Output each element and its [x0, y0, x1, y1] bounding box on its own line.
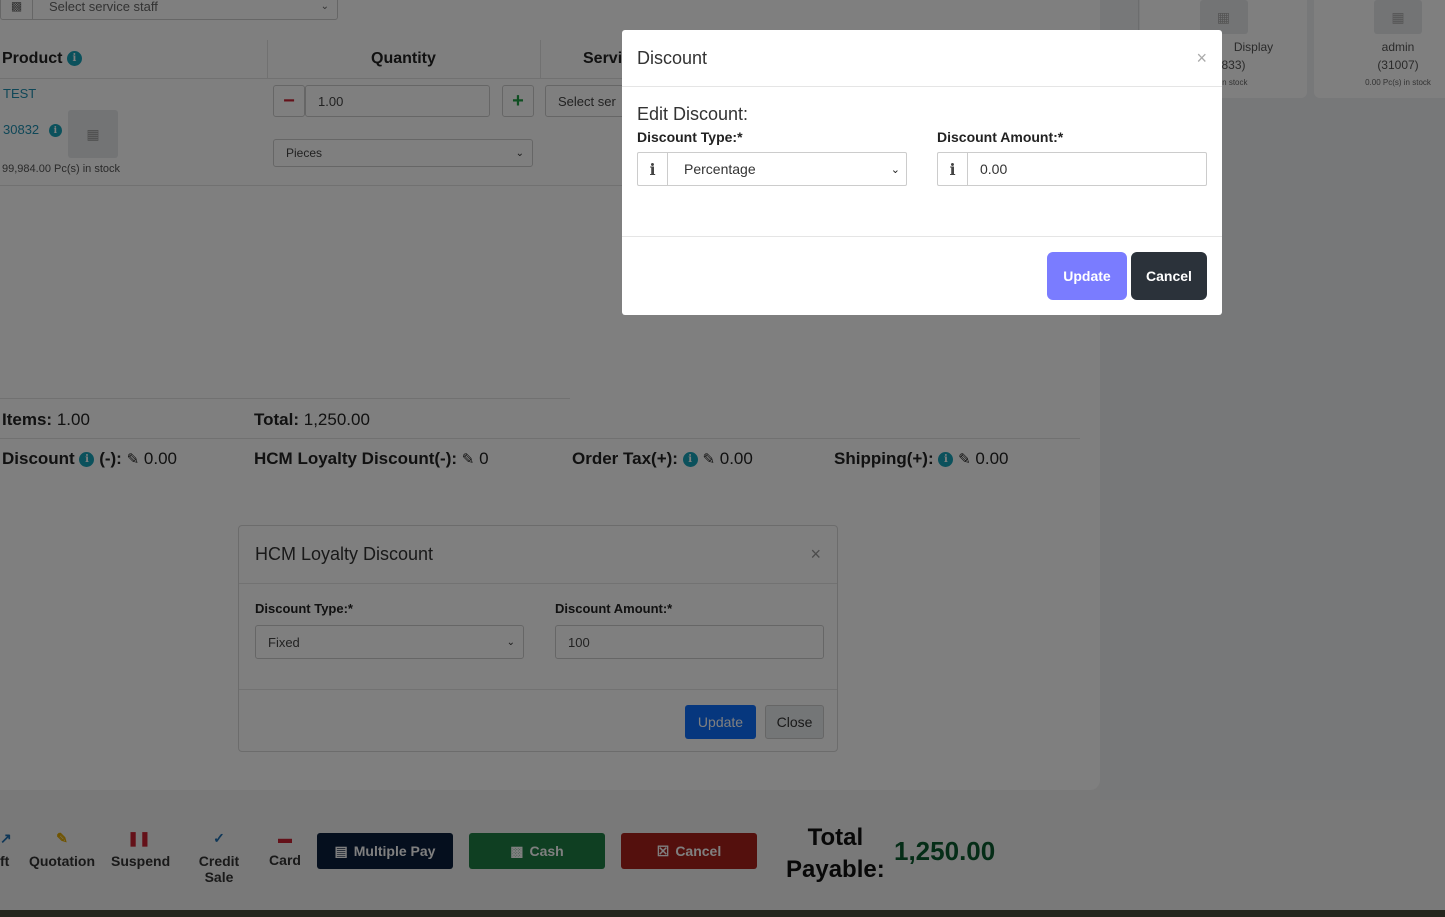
- discount-amount-field[interactable]: i 0.00: [937, 152, 1207, 186]
- edit-discount-heading: Edit Discount:: [637, 104, 749, 124]
- info-icon: i: [638, 153, 668, 185]
- discount-modal-title: Discount: [637, 47, 708, 68]
- discount-modal-header: Discount ×: [622, 30, 1222, 87]
- discount-amount-value[interactable]: 0.00: [968, 161, 1206, 177]
- close-icon[interactable]: ×: [1196, 48, 1207, 69]
- discount-amount-label: Discount Amount:*: [937, 129, 1064, 145]
- chevron-down-icon: ⌄: [890, 163, 900, 176]
- discount-type-label: Discount Type:*: [637, 129, 743, 145]
- cancel-button[interactable]: Cancel: [1131, 252, 1207, 300]
- discount-modal: Discount × Edit Discount: Discount Type:…: [622, 30, 1222, 315]
- info-icon: i: [938, 153, 968, 185]
- update-button[interactable]: Update: [1047, 252, 1127, 300]
- discount-type-select[interactable]: i Percentage ⌄: [637, 152, 907, 186]
- discount-modal-footer: [622, 236, 1222, 237]
- discount-type-value: Percentage: [684, 161, 756, 177]
